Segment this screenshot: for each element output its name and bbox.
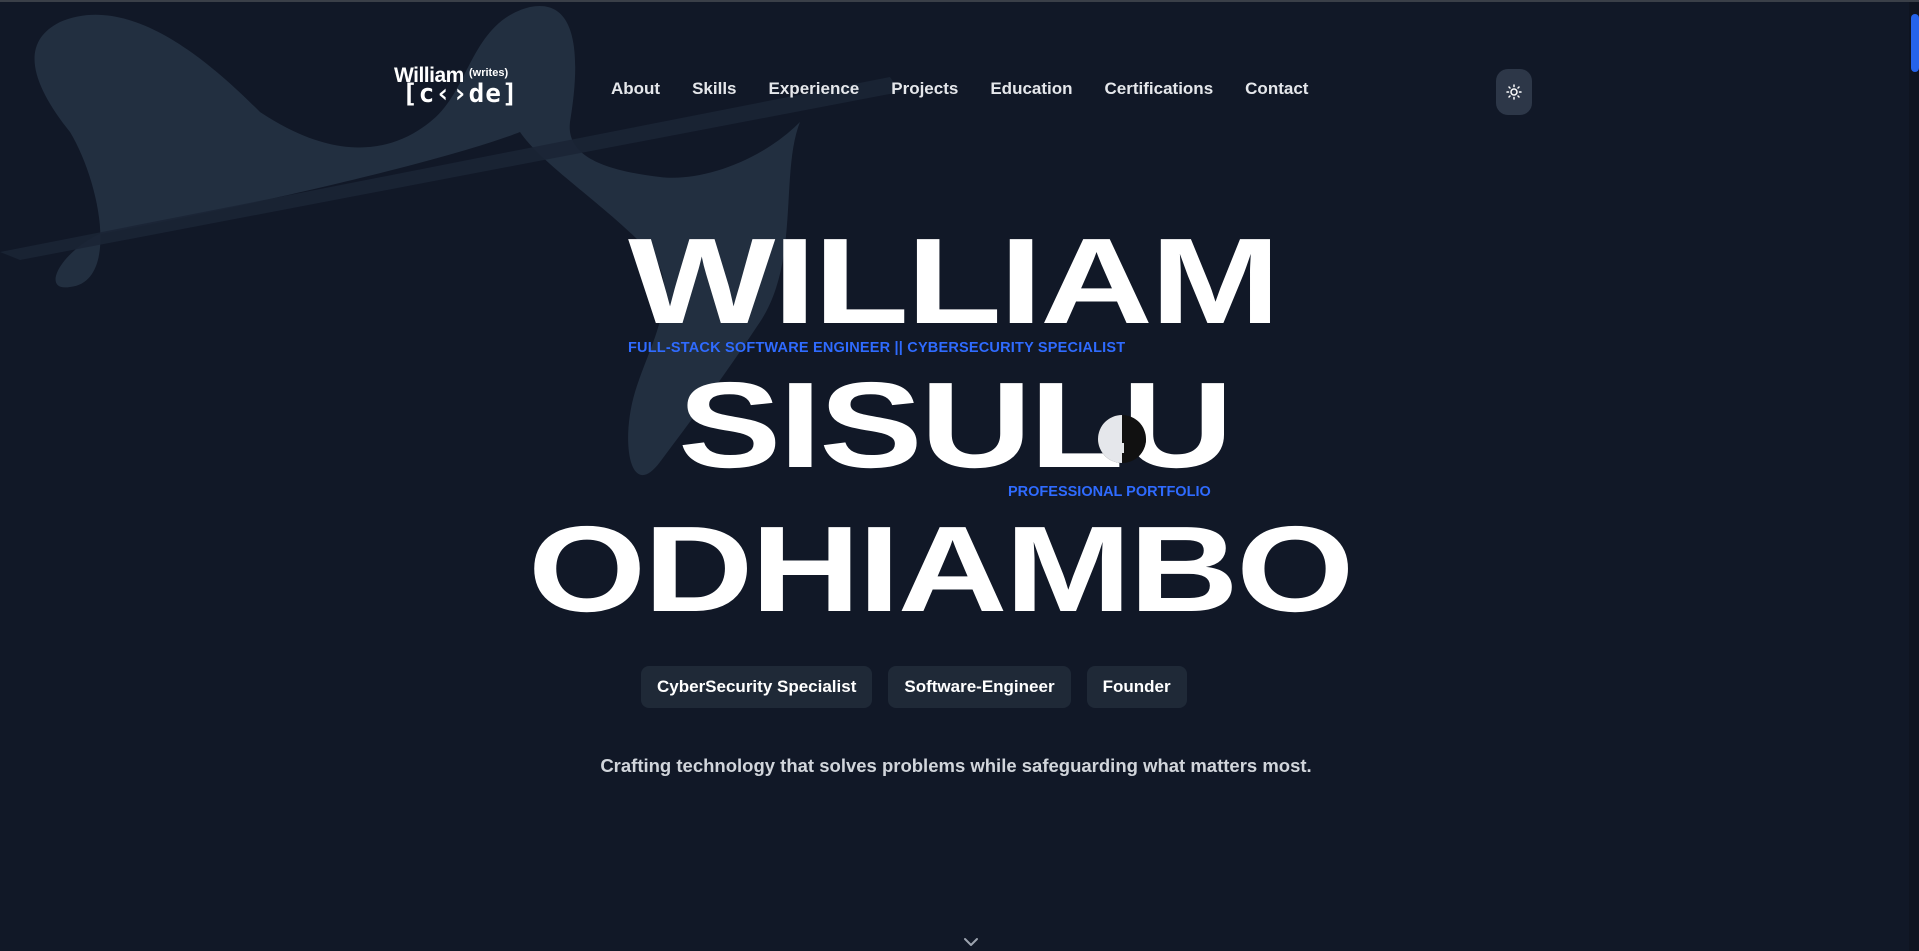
- hero-tagline: Crafting technology that solves problems…: [600, 755, 1312, 776]
- nav-item-skills[interactable]: Skills: [692, 79, 736, 99]
- hero-last-name: ODHIAMBO: [528, 501, 1354, 637]
- main-nav: About Skills Experience Projects Educati…: [611, 79, 1340, 99]
- site-logo[interactable]: William (writes) [c‹›de]: [392, 62, 518, 110]
- nav-item-projects[interactable]: Projects: [891, 79, 958, 99]
- badge-software-engineer: Software-Engineer: [888, 666, 1071, 708]
- badge-cybersecurity: CyberSecurity Specialist: [641, 666, 873, 708]
- nav-item-contact[interactable]: Contact: [1245, 79, 1308, 99]
- hero-portfolio-subtitle: PROFESSIONAL PORTFOLIO: [1008, 484, 1211, 500]
- nav-item-education[interactable]: Education: [990, 79, 1072, 99]
- hero-role-subtitle: FULL-STACK SOFTWARE ENGINEER || CYBERSEC…: [628, 340, 1126, 356]
- chevron-down-icon[interactable]: [963, 936, 979, 948]
- badge-founder: Founder: [1086, 666, 1187, 708]
- nav-item-certifications[interactable]: Certifications: [1105, 79, 1214, 99]
- logo-writes: (writes): [469, 67, 509, 79]
- cursor-circle-icon: [1098, 415, 1146, 463]
- page-scrollbar[interactable]: [1909, 2, 1919, 951]
- scrollbar-thumb[interactable]: [1911, 14, 1919, 72]
- nav-item-about[interactable]: About: [611, 79, 660, 99]
- sun-icon: [1506, 84, 1522, 100]
- hero-first-name: WILLIAM: [628, 213, 1280, 349]
- role-badges: CyberSecurity Specialist Software-Engine…: [641, 666, 1203, 708]
- hero-middle-name: SISULU: [678, 357, 1233, 493]
- page: William (writes) [c‹›de] About Skills Ex…: [0, 0, 1919, 951]
- logo-code: [c‹›de]: [402, 79, 519, 109]
- nav-item-experience[interactable]: Experience: [769, 79, 860, 99]
- theme-toggle-button[interactable]: [1496, 69, 1532, 115]
